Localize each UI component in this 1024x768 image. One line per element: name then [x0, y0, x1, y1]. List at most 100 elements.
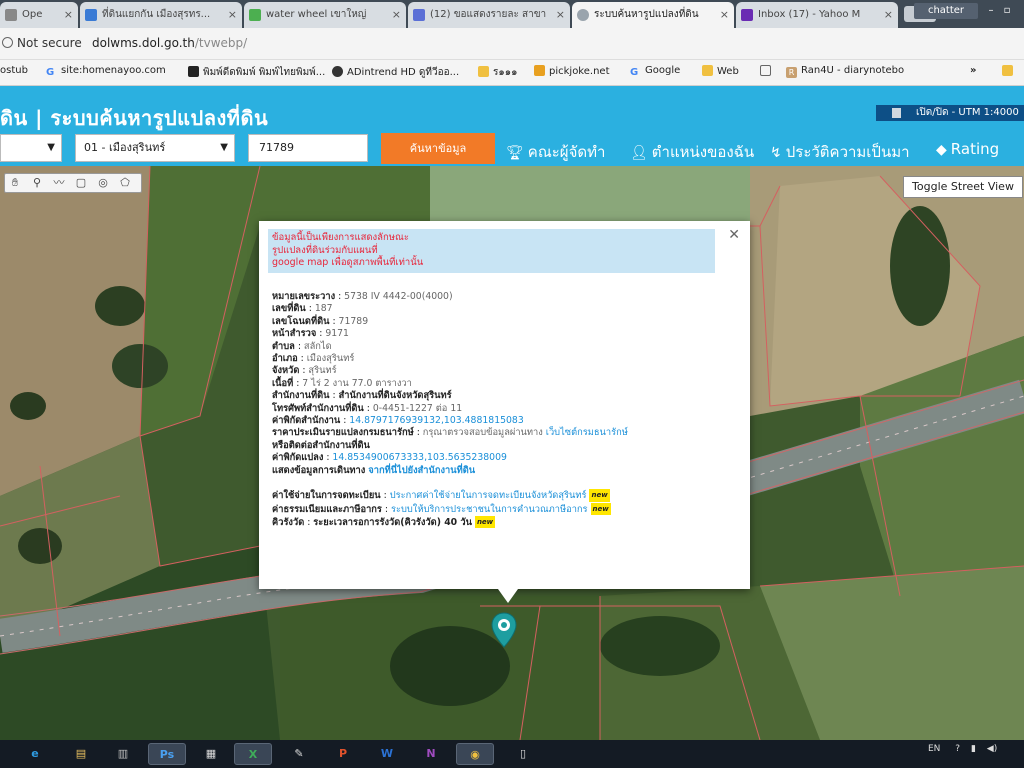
browser-tab[interactable]: (12) ขอแสดงรายละ สาขา × — [408, 2, 570, 28]
browser-tab[interactable]: Ope × — [0, 2, 78, 28]
new-badge: new — [474, 515, 496, 529]
bookmark-item[interactable]: Gsite:homenayoo.com — [46, 65, 166, 78]
window-controls: chatter – ▫ — [904, 0, 1024, 22]
folder-icon — [1002, 65, 1013, 76]
house-icon — [85, 9, 97, 21]
marker-icon[interactable]: ⚲ — [29, 176, 45, 190]
history-icon: ↯ — [770, 145, 782, 161]
office-coordinate-link[interactable]: 14.8797176939132,103.4881815083 — [349, 415, 524, 426]
close-tab-icon[interactable]: × — [720, 2, 729, 28]
info-icon — [2, 37, 13, 48]
other-bookmarks[interactable] — [1002, 65, 1017, 77]
security-indicator[interactable]: Not secure — [2, 36, 82, 50]
bookmarks-overflow[interactable]: » — [970, 65, 976, 76]
field-row: หน้าสำรวจ : 9171 — [272, 328, 349, 340]
parcel-fields: หมายเลขระวาง : 5738 IV 4442-00(4000) เลข… — [272, 291, 742, 529]
folder-icon — [534, 65, 545, 76]
bookmark-item[interactable] — [760, 65, 775, 77]
address-bar[interactable]: Not secure dolwms.dol.go.th/tvwebp/ — [0, 28, 1024, 60]
window-user[interactable]: chatter — [914, 3, 978, 19]
chevron-down-icon: ▼ — [47, 142, 55, 153]
close-tab-icon[interactable]: × — [884, 2, 893, 28]
document-icon[interactable]: ▯ — [504, 743, 542, 765]
polygon-icon[interactable]: ⬠ — [117, 176, 133, 190]
r-icon: R — [786, 67, 797, 78]
nav-my-location[interactable]: 👤︎ ตำแหน่งของฉัน — [630, 140, 754, 164]
nav-history[interactable]: ↯ ประวัติความเป็นมา — [770, 140, 910, 164]
photoshop-icon[interactable]: Ps — [148, 743, 186, 765]
volume-icon[interactable]: ◀) — [987, 744, 997, 754]
close-tab-icon[interactable]: × — [556, 2, 565, 28]
utm-toggle[interactable]: เปิด/ปิด - UTM 1:4000 — [876, 105, 1024, 121]
close-tab-icon[interactable]: × — [64, 2, 73, 28]
word-icon[interactable]: W — [368, 743, 406, 765]
toggle-street-view-button[interactable]: Toggle Street View — [903, 176, 1023, 198]
page-title: ดิน | ระบบค้นหารูปแปลงที่ดิน — [0, 106, 269, 130]
paint-icon[interactable]: ✎ — [280, 743, 318, 765]
bookmark-item[interactable]: พิมพ์ดีดพิมพ์ พิมพ์ไทยพิมพ์... — [188, 65, 325, 80]
directions-link[interactable]: จากที่นี่ไปยังสำนักงานที่ดิน — [368, 465, 475, 476]
ie-icon[interactable]: e — [16, 743, 54, 765]
folder-icon — [478, 66, 489, 77]
browser-tab[interactable]: ที่ดินแยกกัน เมืองสุรทร... × — [80, 2, 242, 28]
maximize-icon[interactable]: ▫ — [1000, 3, 1014, 19]
field-row: อำเภอ : เมืองสุรินทร์ — [272, 353, 355, 365]
satellite-map[interactable]: ✋︎ ⚲ 〰 ▢ ◎ ⬠ Toggle Street View ✕ ข้อมูล… — [0, 166, 1024, 740]
bookmark-item[interactable]: Web — [702, 65, 739, 77]
mail-icon — [741, 9, 753, 21]
field-row: เนื้อที่ : 7 ไร่ 2 งาน 77.0 ตารางวา — [272, 377, 412, 389]
parcel-coordinate-link[interactable]: 14.8534900673333,103.5635238009 — [332, 452, 507, 463]
page-icon — [760, 65, 771, 76]
notepad-icon[interactable]: ▦ — [192, 743, 230, 765]
chevron-down-icon: ▼ — [220, 142, 228, 153]
district-select[interactable]: 01 - เมืองสุรินทร์ ▼ — [75, 134, 235, 162]
bookmark-item[interactable]: R Ran4U - diarynotebo — [786, 65, 904, 78]
url-field[interactable]: dolwms.dol.go.th/tvwebp/ — [92, 36, 247, 50]
treasury-website-link[interactable]: เว็บไซต์กรมธนารักษ์ — [546, 427, 628, 438]
browser-tab-active[interactable]: ระบบค้นหารูปแปลงที่ดิน × — [572, 2, 734, 28]
explorer-icon[interactable]: ▤ — [62, 743, 100, 765]
app-header: ดิน | ระบบค้นหารูปแปลงที่ดิน เปิด/ปิด - … — [0, 86, 1024, 166]
close-icon[interactable]: ✕ — [728, 227, 740, 243]
bookmark-item[interactable]: ADintrend HD ดูทีวีออ... — [332, 65, 459, 80]
nav-team[interactable]: 🏆︎ คณะผู้จัดทำ — [506, 140, 605, 164]
powerpoint-icon[interactable]: P — [324, 743, 362, 765]
parcel-info-popup: ✕ ข้อมูลนี้เป็นเพียงการแสดงลักษณะ รูปแปล… — [259, 221, 750, 603]
network-icon[interactable]: ▮ — [971, 744, 976, 754]
close-tab-icon[interactable]: × — [228, 2, 237, 28]
field-row: ตำบล : สลักได — [272, 340, 332, 352]
field-row: เลขที่ดิน : 187 — [272, 303, 333, 315]
bookmark-item[interactable]: G Google — [630, 65, 680, 78]
excel-icon[interactable]: X — [234, 743, 272, 765]
bookmark-item[interactable]: ostub — [0, 65, 28, 76]
minimize-icon[interactable]: – — [984, 3, 998, 19]
language-indicator[interactable]: EN — [928, 744, 940, 754]
rectangle-icon[interactable]: ▢ — [73, 176, 89, 190]
bookmark-item[interactable]: pickjoke.net — [534, 65, 610, 77]
close-tab-icon[interactable]: × — [392, 2, 401, 28]
folder-icon[interactable]: ▥ — [104, 743, 142, 765]
onenote-icon[interactable]: N — [412, 743, 450, 765]
province-select[interactable]: ▼ — [0, 134, 62, 162]
chrome-icon[interactable]: ◉ — [456, 743, 494, 765]
windows-taskbar: e ▤ ▥ Ps ▦ X ✎ P W N ◉ ▯ EN ? ▮ ◀) — [0, 740, 1024, 768]
search-button[interactable]: ค้นหาข้อมูล — [381, 133, 495, 164]
tax-calculator-link[interactable]: ระบบให้บริการประชาชนในการคำนวณภาษีอากร — [391, 504, 588, 515]
document-icon — [5, 9, 17, 21]
survey-queue-row: คิวรังวัด : ระยะเวลารอการรังวัด(คิวรังวั… — [272, 515, 496, 529]
hand-icon[interactable]: ✋︎ — [7, 176, 23, 190]
bookmark-item[interactable]: ร๑๑๑ — [478, 65, 517, 80]
maps-icon — [249, 9, 261, 21]
help-icon[interactable]: ? — [955, 744, 960, 754]
parcel-number-input[interactable]: 71789 — [248, 134, 368, 162]
circle-icon[interactable]: ◎ — [95, 176, 111, 190]
registration-fee-link[interactable]: ประกาศค่าใช้จ่ายในการจดทะเบียนจังหวัดสุร… — [390, 490, 587, 501]
field-row: สำนักงานที่ดิน : สำนักงานที่ดินจังหวัดสุ… — [272, 390, 452, 402]
browser-tab[interactable]: Inbox (17) - Yahoo M × — [736, 2, 898, 28]
browser-tab[interactable]: water wheel เขาใหญ่ × — [244, 2, 406, 28]
location-pin-icon[interactable] — [491, 612, 517, 648]
field-row: เลขโฉนดที่ดิน : 71789 — [272, 315, 369, 327]
tag-icon: ◆ — [936, 142, 947, 158]
polyline-icon[interactable]: 〰 — [51, 176, 67, 190]
nav-rating[interactable]: ◆ Rating — [936, 140, 999, 158]
